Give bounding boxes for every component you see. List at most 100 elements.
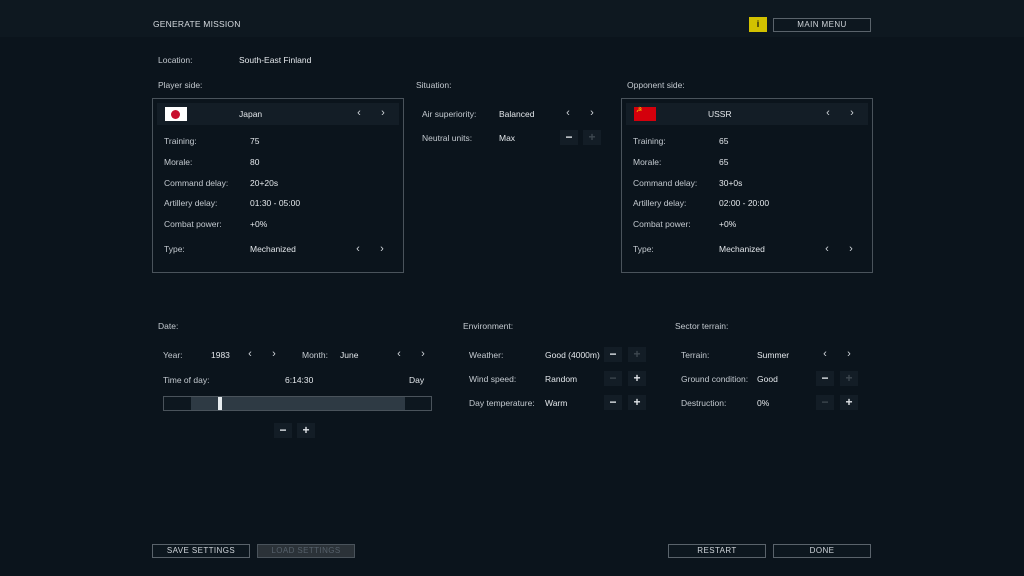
ground-condition-value: Good	[757, 374, 778, 384]
player-country-name: Japan	[239, 109, 263, 119]
player-country-prev-button[interactable]: ‹	[349, 106, 369, 122]
wind-speed-label: Wind speed:	[469, 374, 517, 384]
time-plus-button[interactable]: +	[297, 423, 315, 438]
neutral-units-value: Max	[499, 133, 516, 143]
wind-plus-button[interactable]: +	[628, 371, 646, 386]
ground-plus-button[interactable]: +	[840, 371, 858, 386]
year-next-button[interactable]: ›	[264, 347, 284, 363]
opponent-country-selector: USSR ‹ ›	[626, 103, 868, 125]
day-period-value: Day	[409, 375, 425, 385]
chevron-left-icon: ‹	[357, 107, 361, 119]
page-title: GENERATE MISSION	[153, 19, 241, 29]
location-value: South-East Finland	[239, 55, 312, 65]
chevron-right-icon: ›	[272, 348, 276, 360]
player-command-delay-label: Command delay:	[164, 178, 229, 188]
destruction-value: 0%	[757, 398, 770, 408]
plus-icon: +	[633, 347, 641, 361]
main-menu-button[interactable]: MAIN MENU	[773, 18, 871, 32]
player-country-next-button[interactable]: ›	[373, 106, 393, 122]
opponent-type-label: Type:	[633, 244, 654, 254]
chevron-right-icon: ›	[850, 107, 854, 119]
month-next-button[interactable]: ›	[413, 347, 433, 363]
japan-flag-icon	[165, 107, 187, 121]
destruction-label: Destruction:	[681, 398, 727, 408]
weather-plus-button[interactable]: +	[628, 347, 646, 362]
opponent-type-prev-button[interactable]: ‹	[817, 242, 837, 258]
terrain-label: Terrain:	[681, 350, 710, 360]
opponent-side-label: Opponent side:	[627, 80, 685, 90]
air-superiority-next-button[interactable]: ›	[582, 106, 602, 122]
minus-icon: −	[279, 423, 287, 437]
opponent-artillery-delay-value: 02:00 - 20:00	[719, 198, 770, 208]
weather-value: Good (4000m)	[545, 350, 600, 360]
terrain-prev-button[interactable]: ‹	[815, 347, 835, 363]
destruction-plus-button[interactable]: +	[840, 395, 858, 410]
player-morale-label: Morale:	[164, 157, 193, 167]
player-training-label: Training:	[164, 136, 197, 146]
opponent-morale-value: 65	[719, 157, 729, 167]
opponent-country-prev-button[interactable]: ‹	[818, 106, 838, 122]
air-superiority-value: Balanced	[499, 109, 535, 119]
ground-minus-button[interactable]: −	[816, 371, 834, 386]
opponent-combat-power-label: Combat power:	[633, 219, 691, 229]
opponent-country-next-button[interactable]: ›	[842, 106, 862, 122]
time-of-day-label: Time of day:	[163, 375, 210, 385]
opponent-combat-power-value: +0%	[719, 219, 737, 229]
chevron-left-icon: ‹	[826, 107, 830, 119]
opponent-artillery-delay-label: Artillery delay:	[633, 198, 687, 208]
situation-label: Situation:	[416, 80, 452, 90]
air-superiority-label: Air superiority:	[422, 109, 477, 119]
chevron-left-icon: ‹	[823, 348, 827, 360]
neutral-units-plus-button[interactable]: +	[583, 130, 601, 145]
wind-minus-button[interactable]: −	[604, 371, 622, 386]
time-of-day-value: 6:14:30	[285, 375, 314, 385]
opponent-command-delay-label: Command delay:	[633, 178, 698, 188]
time-minus-button[interactable]: −	[274, 423, 292, 438]
ussr-flag-icon	[634, 106, 656, 121]
year-prev-button[interactable]: ‹	[240, 347, 260, 363]
chevron-right-icon: ›	[847, 348, 851, 360]
chevron-left-icon: ‹	[248, 348, 252, 360]
time-of-day-slider[interactable]	[163, 396, 432, 411]
plus-icon: +	[302, 423, 310, 437]
player-command-delay-value: 20+20s	[250, 178, 279, 188]
terrain-next-button[interactable]: ›	[839, 347, 859, 363]
neutral-units-minus-button[interactable]: −	[560, 130, 578, 145]
player-artillery-delay-label: Artillery delay:	[164, 198, 218, 208]
temperature-minus-button[interactable]: −	[604, 395, 622, 410]
minus-icon: −	[565, 130, 573, 144]
load-settings-button[interactable]: LOAD SETTINGS	[257, 544, 355, 558]
plus-icon: +	[845, 395, 853, 409]
player-type-next-button[interactable]: ›	[372, 242, 392, 258]
info-button[interactable]: i	[749, 17, 767, 32]
save-settings-button[interactable]: SAVE SETTINGS	[152, 544, 250, 558]
weather-minus-button[interactable]: −	[604, 347, 622, 362]
destruction-minus-button[interactable]: −	[816, 395, 834, 410]
slider-thumb[interactable]	[218, 397, 222, 410]
plus-icon: +	[588, 130, 596, 144]
player-side-label: Player side:	[158, 80, 203, 90]
year-label: Year:	[163, 350, 183, 360]
wind-speed-value: Random	[545, 374, 578, 384]
chevron-right-icon: ›	[849, 243, 853, 255]
player-type-prev-button[interactable]: ‹	[348, 242, 368, 258]
minus-icon: −	[609, 371, 617, 385]
month-value: June	[340, 350, 359, 360]
chevron-right-icon: ›	[380, 243, 384, 255]
year-value: 1983	[211, 350, 230, 360]
restart-button[interactable]: RESTART	[668, 544, 766, 558]
weather-label: Weather:	[469, 350, 504, 360]
day-temperature-value: Warm	[545, 398, 568, 408]
opponent-morale-label: Morale:	[633, 157, 662, 167]
month-label: Month:	[302, 350, 328, 360]
month-prev-button[interactable]: ‹	[389, 347, 409, 363]
minus-icon: −	[609, 395, 617, 409]
plus-icon: +	[633, 395, 641, 409]
done-button[interactable]: DONE	[773, 544, 871, 558]
player-country-selector: Japan ‹ ›	[157, 103, 399, 125]
opponent-type-next-button[interactable]: ›	[841, 242, 861, 258]
opponent-training-label: Training:	[633, 136, 666, 146]
opponent-training-value: 65	[719, 136, 729, 146]
temperature-plus-button[interactable]: +	[628, 395, 646, 410]
air-superiority-prev-button[interactable]: ‹	[558, 106, 578, 122]
